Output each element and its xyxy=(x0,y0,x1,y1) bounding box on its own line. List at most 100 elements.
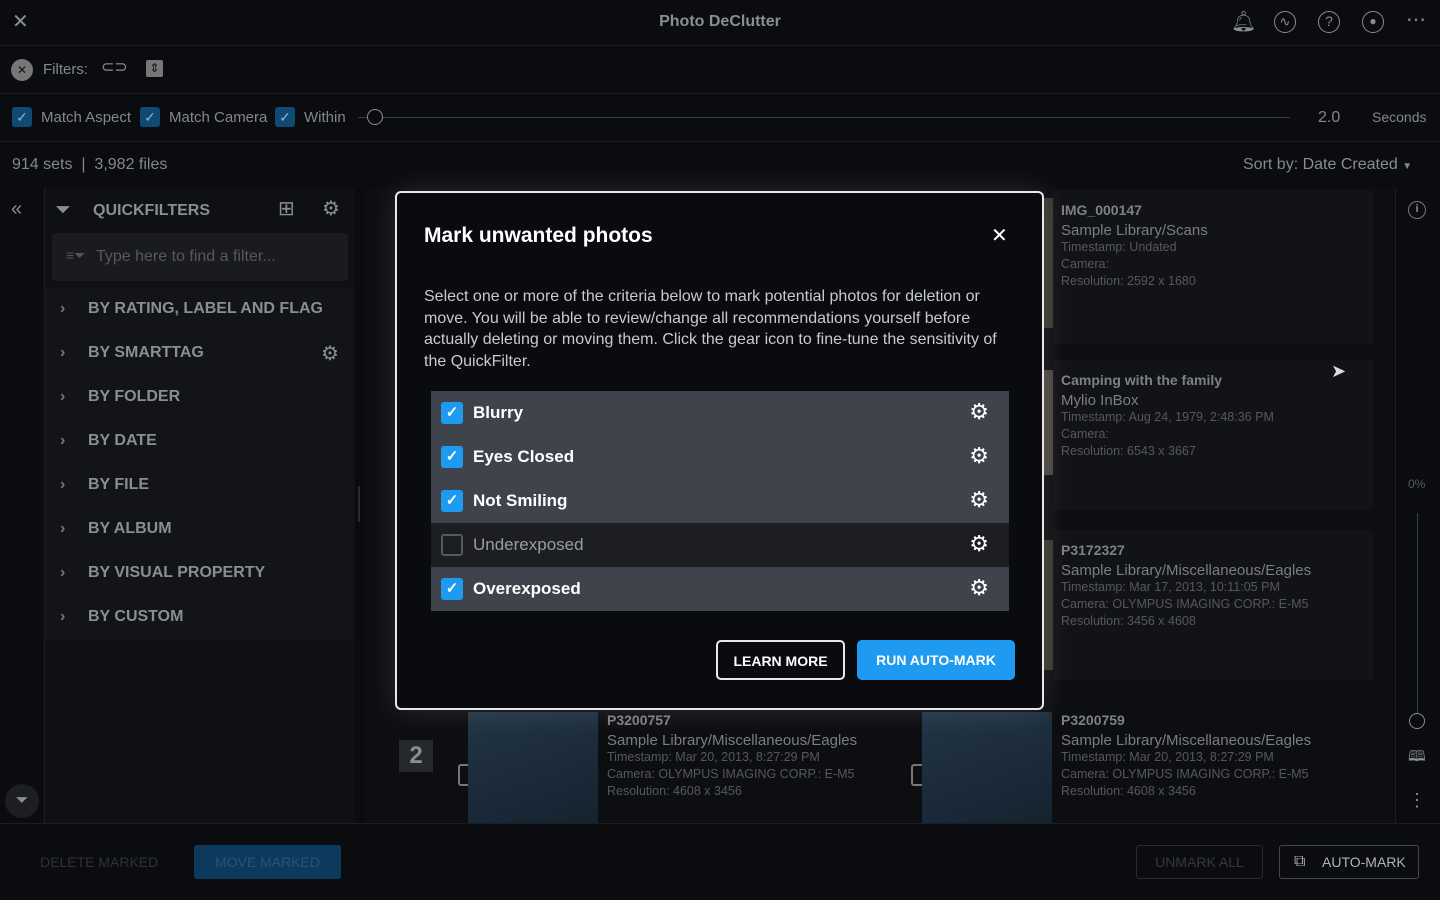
photo-name: P3200759 xyxy=(1061,712,1125,728)
files-count: 3,982 files xyxy=(94,156,168,173)
sort-control[interactable]: Sort by: Date Created ▼ xyxy=(1243,156,1412,174)
photo-resolution: Resolution: 6543 x 3667 xyxy=(1061,444,1196,458)
gear-icon[interactable]: ⚙ xyxy=(969,489,989,511)
photo-card[interactable]: P3172327 Sample Library/Miscellaneous/Ea… xyxy=(1061,542,1311,630)
within-value[interactable]: 2.0 xyxy=(1318,109,1340,127)
book-icon[interactable]: 🕮 xyxy=(1408,749,1426,764)
chevron-right-icon: › xyxy=(60,476,66,493)
move-marked-button[interactable]: MOVE MARKED xyxy=(194,845,341,879)
photo-path: Sample Library/Miscellaneous/Eagles xyxy=(1061,732,1312,749)
quickfilter-item[interactable]: › BY VISUAL PROPERTY xyxy=(60,564,265,582)
photo-thumbnail[interactable] xyxy=(922,712,1052,823)
help-icon[interactable]: ? xyxy=(1318,11,1340,33)
filter-icon[interactable]: ⏷ xyxy=(5,784,39,818)
quickfilters-title: QUICKFILTERS xyxy=(93,202,211,219)
smarttag-gear-icon[interactable]: ⚙ xyxy=(321,344,339,364)
gear-icon[interactable]: ⚙ xyxy=(969,577,989,599)
photo-camera: Camera: OLYMPUS IMAGING CORP.: E-M5 xyxy=(607,767,855,781)
chevron-right-icon: › xyxy=(60,608,66,625)
criterion-row[interactable]: ✓ Not Smiling ⚙ xyxy=(431,479,1009,523)
quickfilter-label: BY VISUAL PROPERTY xyxy=(88,564,266,581)
more-vertical-icon[interactable]: ⋮ xyxy=(1408,791,1426,809)
learn-more-button[interactable]: LEARN MORE xyxy=(716,640,845,680)
activity-icon[interactable]: ∿ xyxy=(1274,11,1296,33)
scrollbar[interactable] xyxy=(358,486,360,522)
photo-timestamp: Timestamp: Mar 17, 2013, 10:11:05 PM xyxy=(1061,580,1280,594)
chevron-right-icon: › xyxy=(60,344,66,361)
quickfilter-item[interactable]: › BY FILE xyxy=(60,476,149,494)
photo-timestamp: Timestamp: Mar 20, 2013, 8:27:29 PM xyxy=(1061,750,1274,764)
zoom-handle[interactable] xyxy=(1409,713,1425,729)
match-camera-label: Match Camera xyxy=(169,109,268,126)
quickfilter-item[interactable]: › BY DATE xyxy=(60,432,157,450)
separator: | xyxy=(81,156,86,173)
chevron-right-icon: › xyxy=(60,300,66,317)
info-icon[interactable]: i xyxy=(1408,201,1426,219)
criterion-row[interactable]: ✓ Eyes Closed ⚙ xyxy=(431,435,1009,479)
search-placeholder: Type here to find a filter... xyxy=(96,248,276,265)
filters-label: Filters: xyxy=(43,61,88,78)
gear-icon[interactable]: ⚙ xyxy=(969,401,989,423)
bell-icon[interactable]: 🔔︎ xyxy=(1231,12,1256,32)
link-icon[interactable]: ⊂⊃ xyxy=(101,60,128,76)
criterion-checkbox[interactable] xyxy=(441,534,463,556)
criterion-row[interactable]: ✓ Blurry ⚙ xyxy=(431,391,1009,435)
chevron-right-icon: › xyxy=(60,520,66,537)
photo-name: IMG_000147 xyxy=(1061,202,1142,218)
criterion-checkbox[interactable]: ✓ xyxy=(441,578,463,600)
gear-icon[interactable]: ⚙ xyxy=(322,199,340,219)
delete-marked-button[interactable]: DELETE MARKED xyxy=(40,854,158,870)
quickfilter-item[interactable]: › BY SMARTTAG xyxy=(60,344,204,362)
quickfilter-item[interactable]: › BY ALBUM xyxy=(60,520,172,538)
photo-resolution: Resolution: 4608 x 3456 xyxy=(607,784,742,798)
cursor-icon: ➤ xyxy=(1331,361,1347,381)
photo-path: Sample Library/Miscellaneous/Eagles xyxy=(1061,562,1312,579)
account-icon[interactable]: ● xyxy=(1362,11,1384,33)
slider-handle[interactable] xyxy=(367,109,383,125)
photo-card[interactable]: Camping with the family Mylio InBox Time… xyxy=(1061,372,1274,460)
gear-icon[interactable]: ⚙ xyxy=(969,445,989,467)
photo-thumbnail[interactable] xyxy=(468,712,598,823)
collapse-icon[interactable]: « xyxy=(11,199,22,219)
criterion-label: Overexposed xyxy=(473,579,581,598)
sort-label: Sort by: xyxy=(1243,156,1299,173)
quickfilter-item[interactable]: › BY RATING, LABEL AND FLAG xyxy=(60,300,323,318)
stats: 914 sets | 3,982 files xyxy=(12,156,167,174)
photo-resolution: Resolution: 4608 x 3456 xyxy=(1061,784,1196,798)
criterion-row[interactable]: ✓ Overexposed ⚙ xyxy=(431,567,1009,611)
criterion-checkbox[interactable]: ✓ xyxy=(441,402,463,424)
filter-search-input[interactable]: ≡⏷ Type here to find a filter... xyxy=(52,233,348,281)
photo-card[interactable]: P3200759 Sample Library/Miscellaneous/Ea… xyxy=(1061,712,1311,800)
unmark-all-button[interactable]: UNMARK ALL xyxy=(1136,845,1263,879)
criterion-checkbox[interactable]: ✓ xyxy=(441,490,463,512)
within-slider[interactable] xyxy=(358,117,1290,118)
clear-filters-icon[interactable]: ✕ xyxy=(11,59,33,81)
match-aspect-checkbox[interactable]: ✓ xyxy=(12,107,32,127)
zoom-slider[interactable] xyxy=(1417,513,1418,713)
chevron-right-icon: › xyxy=(60,432,66,449)
quickfilter-item[interactable]: › BY FOLDER xyxy=(60,388,180,406)
within-unit: Seconds xyxy=(1372,109,1427,125)
gear-icon[interactable]: ⚙ xyxy=(969,533,989,555)
auto-mark-label: AUTO-MARK xyxy=(1322,854,1406,870)
run-auto-mark-button[interactable]: RUN AUTO-MARK xyxy=(857,640,1015,680)
dialog-description: Select one or more of the criteria below… xyxy=(424,288,997,370)
photo-path: Sample Library/Scans xyxy=(1061,222,1208,239)
quickfilter-label: BY CUSTOM xyxy=(88,608,184,625)
auto-mark-button[interactable]: ⧉ AUTO-MARK xyxy=(1279,845,1419,879)
dialog-close-icon[interactable]: ✕ xyxy=(991,223,1008,248)
more-icon[interactable]: ⋯ xyxy=(1406,10,1426,30)
layout-icon[interactable]: ⊞ xyxy=(278,199,295,219)
criterion-row[interactable]: Underexposed ⚙ xyxy=(431,523,1009,567)
photo-path: Sample Library/Miscellaneous/Eagles xyxy=(607,732,858,749)
quickfilter-item[interactable]: › BY CUSTOM xyxy=(60,608,183,626)
compare-icon[interactable]: ⇕ xyxy=(146,60,163,77)
criterion-checkbox[interactable]: ✓ xyxy=(441,446,463,468)
within-checkbox[interactable]: ✓ xyxy=(275,107,295,127)
match-camera-checkbox[interactable]: ✓ xyxy=(140,107,160,127)
sort-value: Date Created xyxy=(1302,156,1398,173)
photo-card[interactable]: P3200757 Sample Library/Miscellaneous/Ea… xyxy=(607,712,857,800)
criterion-label: Underexposed xyxy=(473,535,584,554)
photo-card[interactable]: IMG_000147 Sample Library/Scans Timestam… xyxy=(1061,202,1208,290)
sets-count: 914 sets xyxy=(12,156,73,173)
